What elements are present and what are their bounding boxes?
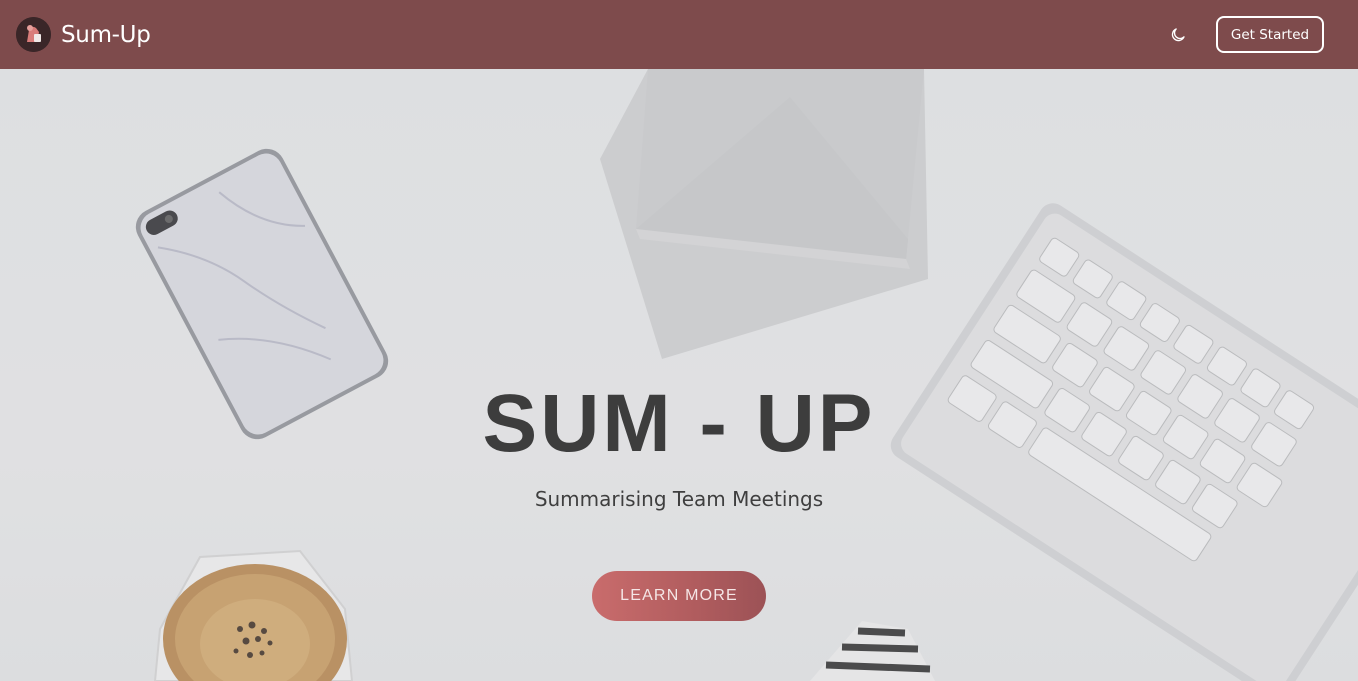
- moon-icon[interactable]: [1166, 23, 1190, 47]
- hero-content: SUM - UP Summarising Team Meetings: [0, 378, 1358, 512]
- hero-title: SUM - UP: [482, 378, 876, 469]
- nav-actions: Get Started: [1166, 16, 1324, 53]
- brand-logo-icon: [16, 17, 51, 52]
- learn-more-button[interactable]: LEARN MORE: [592, 571, 766, 621]
- get-started-button[interactable]: Get Started: [1216, 16, 1324, 53]
- hero-subtitle: Summarising Team Meetings: [534, 487, 824, 511]
- navbar: Sum-Up Get Started: [0, 0, 1358, 69]
- hero-section: SUM - UP Summarising Team Meetings LEARN…: [0, 69, 1358, 681]
- brand-name: Sum-Up: [61, 21, 151, 48]
- brand-link[interactable]: Sum-Up: [16, 17, 151, 52]
